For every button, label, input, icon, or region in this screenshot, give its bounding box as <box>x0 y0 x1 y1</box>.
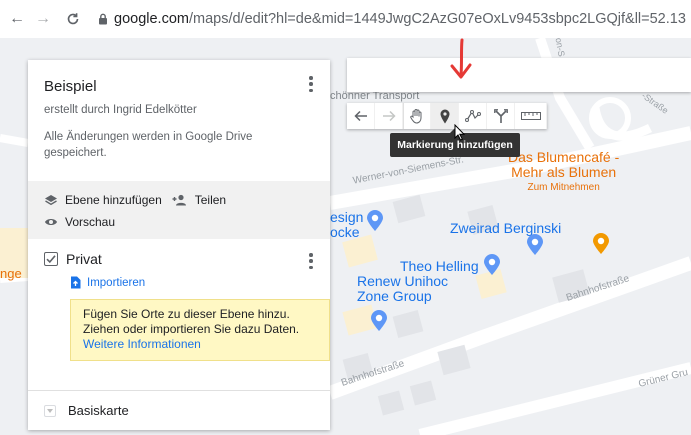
basemap-label: Basiskarte <box>68 403 129 418</box>
poi-blumencafe[interactable]: Das Blumencafé - Mehr als Blumen Zum Mit… <box>508 150 619 195</box>
poi-label: Zone Group <box>357 288 432 304</box>
poi-zweirad[interactable]: Zweirad Berginski <box>450 221 561 236</box>
blue-pin-icon[interactable] <box>370 310 388 332</box>
map-toolbar <box>347 103 547 129</box>
red-arrow-annotation-icon <box>450 38 472 79</box>
preview-label: Vorschau <box>65 215 116 229</box>
map-panel: Beispiel erstellt durch Ingrid Edelkötte… <box>28 60 330 430</box>
panel-actions: Ebene hinzufügen Teilen Vorschau <box>28 181 330 239</box>
poi-edge-left: nge <box>0 266 22 281</box>
browser-address-bar: ← → google.com/maps/d/edit?hl=de&mid=144… <box>0 0 691 38</box>
search-input[interactable] <box>347 58 691 92</box>
undo-icon[interactable] <box>347 103 375 129</box>
blue-pin-icon[interactable] <box>483 254 501 276</box>
layer-name[interactable]: Privat <box>66 251 102 267</box>
map-title[interactable]: Beispiel <box>44 78 314 95</box>
share-label: Teilen <box>194 193 227 207</box>
layer-privat: Privat Importieren Fügen Sie Orte zu die… <box>28 239 330 379</box>
blue-pin-icon[interactable] <box>366 210 384 232</box>
add-layer-label: Ebene hinzufügen <box>65 193 162 207</box>
add-layer-button[interactable]: Ebene hinzufügen <box>44 193 162 207</box>
reload-icon[interactable] <box>62 8 84 30</box>
poi-label: ocke <box>330 224 360 240</box>
route-icon[interactable] <box>487 103 515 129</box>
poi-design[interactable]: esign ocke <box>330 210 363 240</box>
poi-label: Das Blumencafé - <box>508 149 620 165</box>
basemap-layer[interactable]: Basiskarte <box>28 390 330 430</box>
forward-arrow-icon[interactable]: → <box>32 8 54 30</box>
lock-icon <box>99 13 107 25</box>
hint-text: Fügen Sie Orte zu dieser Ebene hinzu. Zi… <box>83 307 300 336</box>
poi-sublabel: Zum Mitnehmen <box>527 182 600 193</box>
orange-pin-icon[interactable] <box>592 233 610 255</box>
layer-options-icon[interactable] <box>304 251 318 271</box>
preview-button[interactable]: Vorschau <box>44 215 115 229</box>
import-link[interactable]: Importieren <box>70 276 314 289</box>
poi-renew[interactable]: Renew Unihoc Zone Group <box>357 274 448 304</box>
url-host: google.com <box>114 11 189 27</box>
save-status: Alle Änderungen werden in Google Drive g… <box>44 131 253 159</box>
blue-pin-icon[interactable] <box>526 234 544 256</box>
layers-icon <box>45 195 57 206</box>
ruler-icon[interactable] <box>515 103 547 129</box>
panel-header: Beispiel erstellt durch Ingrid Edelkötte… <box>28 60 330 181</box>
poi-label: Renew Unihoc <box>357 273 449 289</box>
map-author: erstellt durch Ingrid Edelkötter <box>44 104 197 116</box>
upload-file-icon <box>71 276 81 289</box>
url-field[interactable]: google.com/maps/d/edit?hl=de&mid=1449Jwg… <box>98 5 691 33</box>
poi-theo[interactable]: Theo Helling <box>400 259 479 274</box>
poi-label: Mehr als Blumen <box>511 164 617 180</box>
back-arrow-icon[interactable]: ← <box>6 8 28 30</box>
url-path: /maps/d/edit?hl=de&mid=1449JwgC2AzG07eOx… <box>188 11 686 27</box>
hand-icon[interactable] <box>403 103 431 129</box>
redo-icon[interactable] <box>375 103 403 129</box>
more-options-icon[interactable] <box>304 74 318 94</box>
mouse-cursor-icon <box>454 124 466 141</box>
import-label: Importieren <box>87 276 146 289</box>
layer-checkbox[interactable] <box>44 252 58 266</box>
more-info-link[interactable]: Weitere Informationen <box>83 337 201 351</box>
eye-icon <box>45 219 57 225</box>
layer-hint: Fügen Sie Orte zu dieser Ebene hinzu. Zi… <box>70 299 330 361</box>
share-button[interactable]: Teilen <box>172 193 226 207</box>
add-person-icon <box>172 194 186 206</box>
expand-arrow-icon[interactable] <box>44 404 56 417</box>
poi-label: esign <box>330 209 364 225</box>
